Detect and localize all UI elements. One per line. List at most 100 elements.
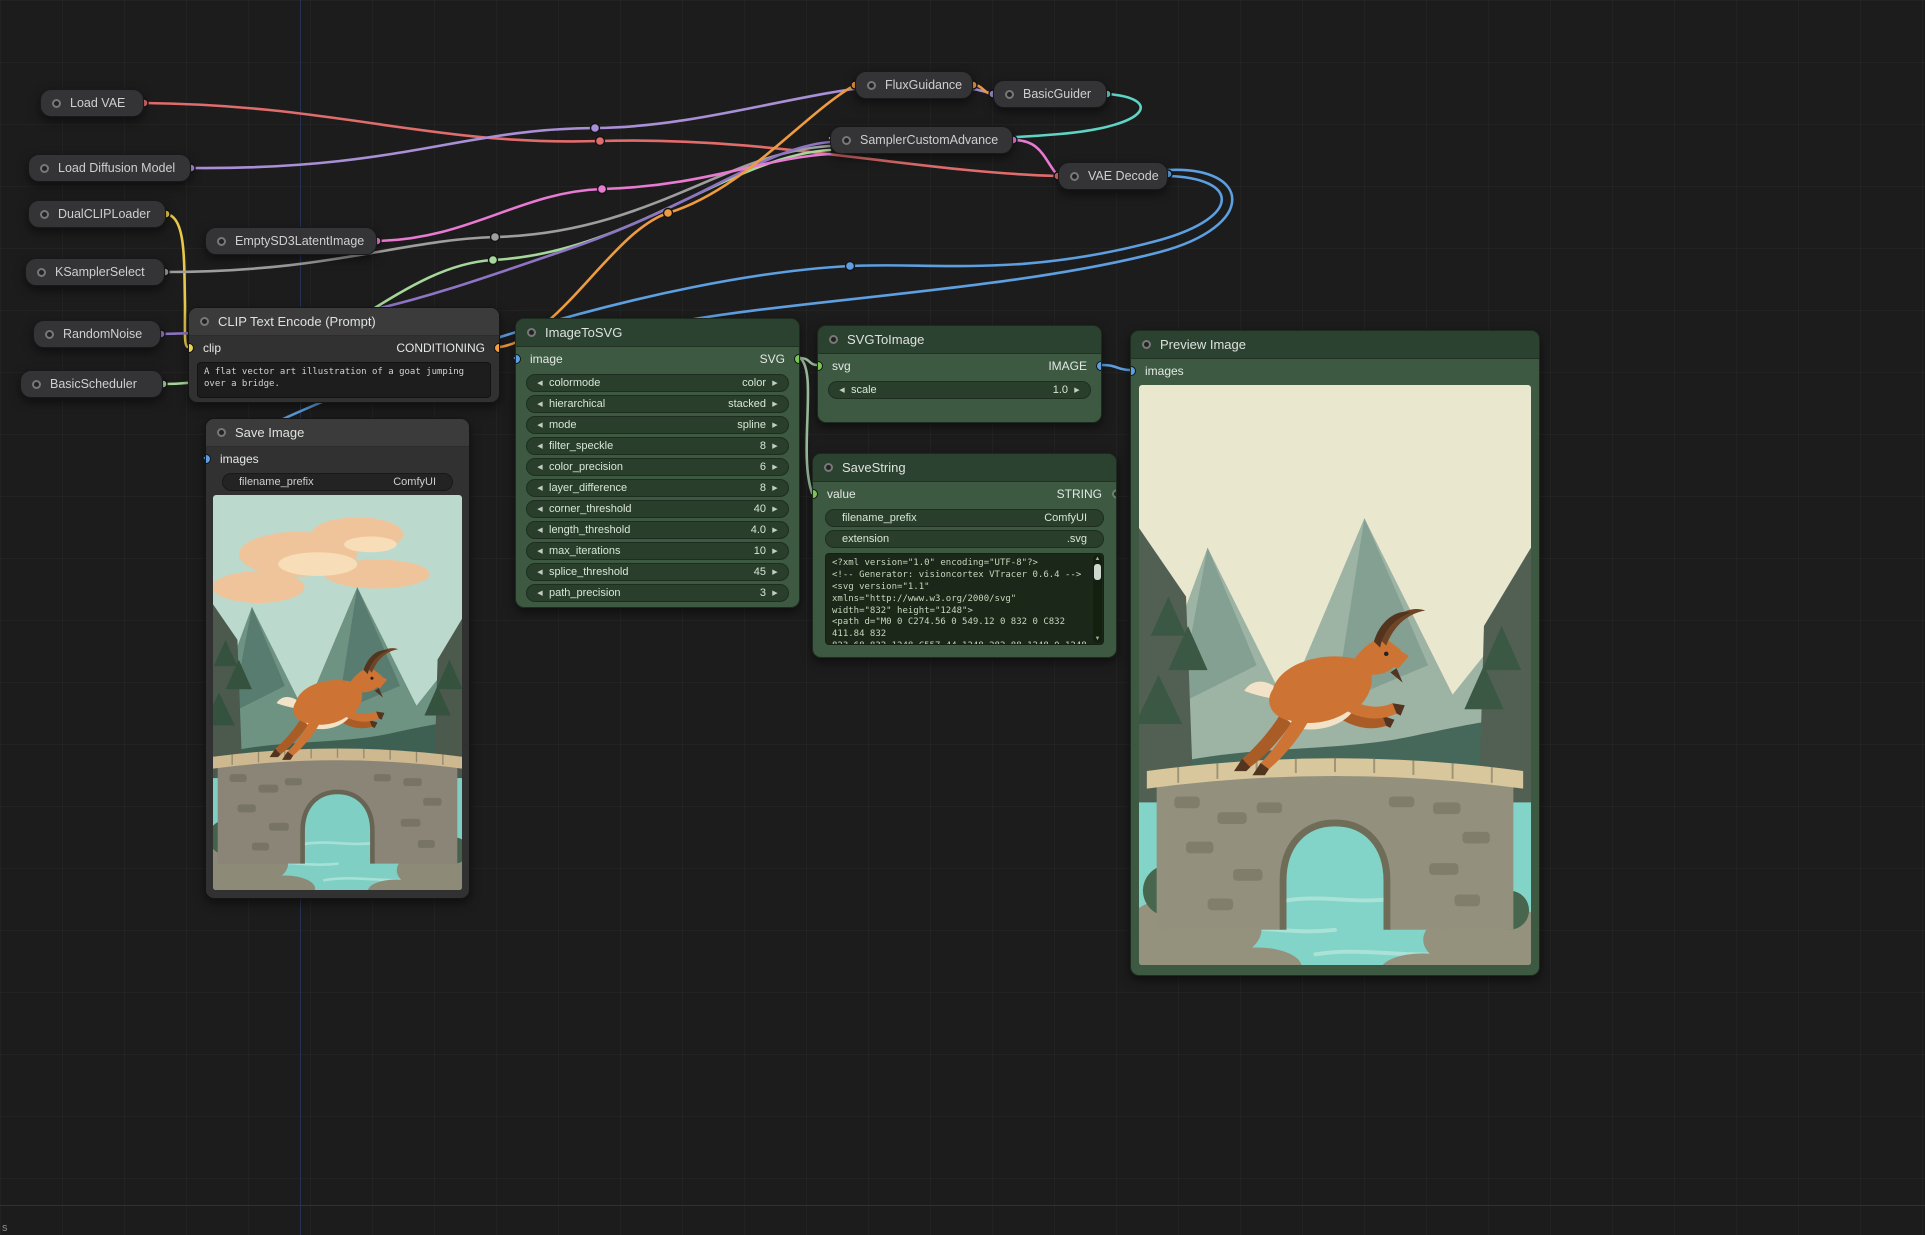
widget-hierarchical[interactable]: ◀ hierarchical stacked ▶ [526,395,789,413]
node-empty-sd3-latent-image[interactable]: EmptySD3LatentImage [205,227,377,255]
node-header[interactable]: ImageToSVG [516,319,799,347]
collapse-dot[interactable] [867,81,876,90]
widget-max-iterations[interactable]: ◀ max_iterations 10 ▶ [526,542,789,560]
decrement-arrow-icon[interactable]: ◀ [534,463,546,471]
collapse-dot[interactable] [45,330,54,339]
widget-layer-difference[interactable]: ◀ layer_difference 8 ▶ [526,479,789,497]
decrement-arrow-icon[interactable]: ◀ [534,505,546,513]
svg-output-slot[interactable] [794,354,800,364]
conditioning-output-slot[interactable] [494,343,500,353]
widget-color-precision[interactable]: ◀ color_precision 6 ▶ [526,458,789,476]
widget-filename-prefix[interactable]: filename_prefix ComfyUI [825,509,1104,527]
decrement-arrow-icon[interactable]: ◀ [534,421,546,429]
collapse-dot[interactable] [40,210,49,219]
widget-filename-prefix[interactable]: filename_prefix ComfyUI [222,473,453,491]
collapse-dot[interactable] [1142,340,1151,349]
widget-length-threshold[interactable]: ◀ length_threshold 4.0 ▶ [526,521,789,539]
decrement-arrow-icon[interactable]: ◀ [534,484,546,492]
decrement-arrow-icon[interactable]: ◀ [534,568,546,576]
decrement-arrow-icon[interactable]: ◀ [534,526,546,534]
node-dual-clip-loader[interactable]: DualCLIPLoader [28,200,166,228]
slot-row: images [206,447,469,471]
decrement-arrow-icon[interactable]: ◀ [534,400,546,408]
decrement-arrow-icon[interactable]: ◀ [836,386,848,394]
collapse-dot[interactable] [52,99,61,108]
decrement-arrow-icon[interactable]: ◀ [534,547,546,555]
decrement-arrow-icon[interactable]: ◀ [534,442,546,450]
node-header[interactable]: Preview Image [1131,331,1539,359]
increment-arrow-icon[interactable]: ▶ [769,421,781,429]
node-title: Preview Image [1160,337,1246,352]
node-load-vae[interactable]: Load VAE [40,89,144,117]
collapse-dot[interactable] [527,328,536,337]
scroll-down-icon[interactable]: ▼ [1095,635,1101,643]
widget-mode[interactable]: ◀ mode spline ▶ [526,416,789,434]
node-header[interactable]: SVGToImage [818,326,1101,354]
node-title: SaveString [842,460,906,475]
collapse-dot[interactable] [37,268,46,277]
node-basic-guider[interactable]: BasicGuider [993,80,1107,108]
prompt-text-widget[interactable]: A flat vector art illustration of a goat… [197,362,491,398]
widget-corner-threshold[interactable]: ◀ corner_threshold 40 ▶ [526,500,789,518]
increment-arrow-icon[interactable]: ▶ [769,526,781,534]
widget-splice-threshold[interactable]: ◀ splice_threshold 45 ▶ [526,563,789,581]
increment-arrow-icon[interactable]: ▶ [769,400,781,408]
string-output-slot[interactable] [1112,490,1117,499]
collapse-dot[interactable] [217,237,226,246]
node-basic-scheduler[interactable]: BasicScheduler [20,370,163,398]
collapse-dot[interactable] [217,428,226,437]
node-clip-text-encode[interactable]: CLIP Text Encode (Prompt) clip CONDITION… [188,307,500,403]
svg-input-slot[interactable] [817,361,823,371]
node-svg-to-image[interactable]: SVGToImage svg IMAGE ◀ scale 1.0 ▶ [817,325,1102,423]
clip-input-slot[interactable] [188,343,194,353]
collapse-dot[interactable] [829,335,838,344]
collapse-dot[interactable] [842,136,851,145]
increment-arrow-icon[interactable]: ▶ [769,505,781,513]
collapse-dot[interactable] [40,164,49,173]
node-preview-image[interactable]: Preview Image images [1130,330,1540,976]
widget-filter-speckle[interactable]: ◀ filter_speckle 8 ▶ [526,437,789,455]
node-flux-guidance[interactable]: FluxGuidance [855,71,973,99]
increment-arrow-icon[interactable]: ▶ [769,589,781,597]
scrollbar-thumb[interactable] [1094,564,1101,580]
node-header[interactable]: SaveString [813,454,1116,482]
images-input-slot[interactable] [1130,366,1136,376]
node-sampler-custom-advance[interactable]: SamplerCustomAdvance [830,126,1013,154]
node-save-string[interactable]: SaveString value STRING filename_prefix … [812,453,1117,658]
increment-arrow-icon[interactable]: ▶ [769,547,781,555]
node-title: DualCLIPLoader [58,207,150,221]
image-input-slot[interactable] [515,354,521,364]
image-output-slot[interactable] [1096,361,1102,371]
value-input-slot[interactable] [812,489,818,499]
widget-path-precision[interactable]: ◀ path_precision 3 ▶ [526,584,789,602]
scroll-up-icon[interactable]: ▲ [1095,555,1101,563]
widget-scale[interactable]: ◀ scale 1.0 ▶ [828,381,1091,399]
increment-arrow-icon[interactable]: ▶ [769,463,781,471]
decrement-arrow-icon[interactable]: ◀ [534,379,546,387]
images-input-slot[interactable] [205,454,211,464]
increment-arrow-icon[interactable]: ▶ [1071,386,1083,394]
node-image-to-svg[interactable]: ImageToSVG image SVG ◀ colormode color ▶… [515,318,800,608]
increment-arrow-icon[interactable]: ▶ [769,568,781,576]
node-vae-decode[interactable]: VAE Decode [1058,162,1168,190]
svg-output-textarea[interactable]: <?xml version="1.0" encoding="UTF-8"?> <… [825,553,1104,645]
slot-row: value STRING [813,482,1116,506]
scrollbar[interactable]: ▲ ▼ [1093,555,1102,643]
collapse-dot[interactable] [32,380,41,389]
collapse-dot[interactable] [824,463,833,472]
node-ksampler-select[interactable]: KSamplerSelect [25,258,165,286]
node-random-noise[interactable]: RandomNoise [33,320,161,348]
widget-colormode[interactable]: ◀ colormode color ▶ [526,374,789,392]
increment-arrow-icon[interactable]: ▶ [769,484,781,492]
node-header[interactable]: CLIP Text Encode (Prompt) [189,308,499,336]
collapse-dot[interactable] [1070,172,1079,181]
node-header[interactable]: Save Image [206,419,469,447]
collapse-dot[interactable] [1005,90,1014,99]
collapse-dot[interactable] [200,317,209,326]
decrement-arrow-icon[interactable]: ◀ [534,589,546,597]
widget-extension[interactable]: extension .svg [825,530,1104,548]
increment-arrow-icon[interactable]: ▶ [769,442,781,450]
node-load-diffusion-model[interactable]: Load Diffusion Model [28,154,191,182]
increment-arrow-icon[interactable]: ▶ [769,379,781,387]
node-save-image[interactable]: Save Image images filename_prefix ComfyU… [205,418,470,899]
